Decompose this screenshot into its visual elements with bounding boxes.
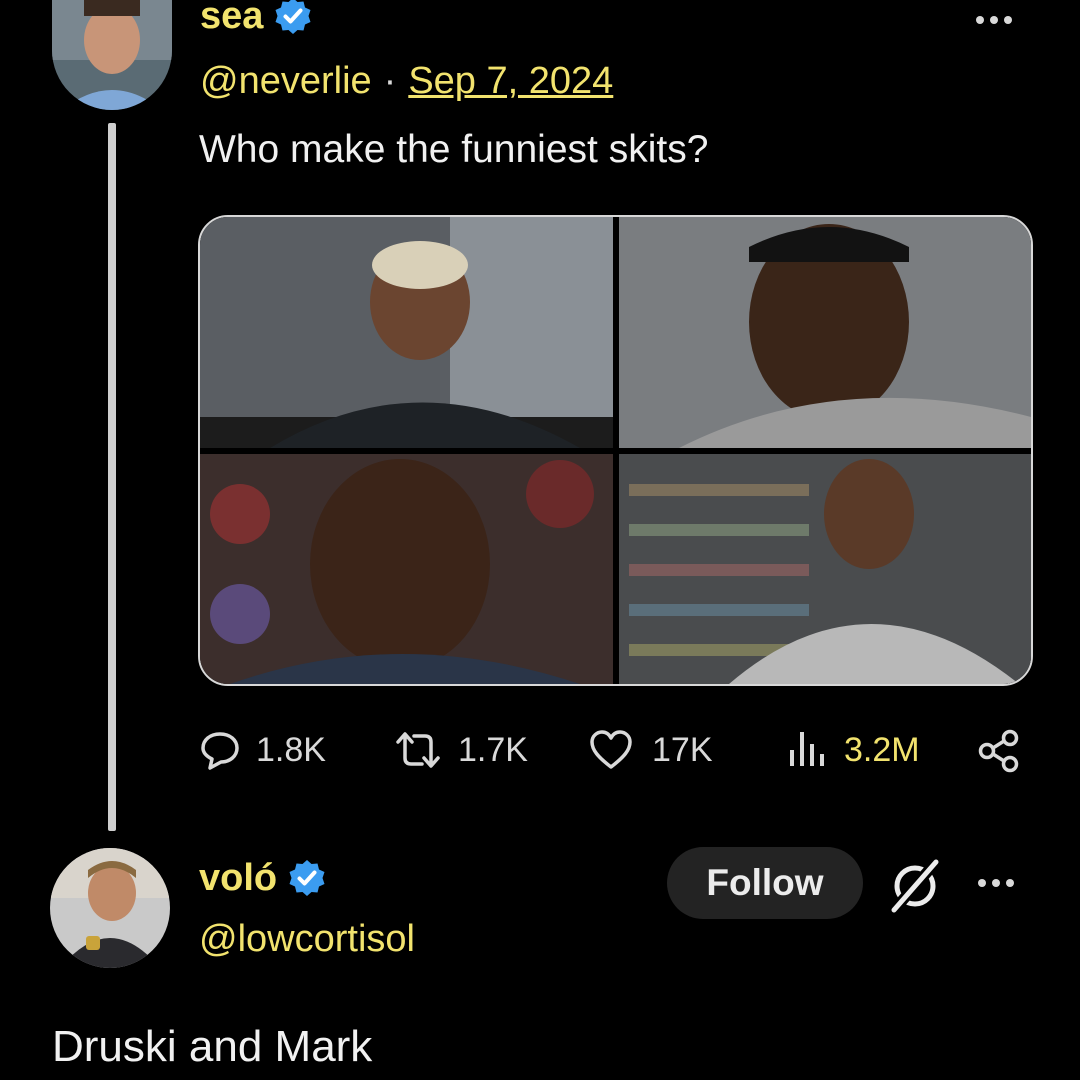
reply-display-name[interactable]: voló xyxy=(199,859,277,897)
parent-avatar[interactable] xyxy=(52,0,172,110)
views-action[interactable]: 3.2M xyxy=(786,728,920,772)
follow-button[interactable]: Follow xyxy=(667,847,863,919)
reply-icon xyxy=(201,732,239,770)
reply-count: 1.8K xyxy=(256,730,326,769)
share-action[interactable] xyxy=(976,728,1022,779)
share-icon xyxy=(978,729,1019,773)
media-photo-2[interactable] xyxy=(619,217,1031,448)
media-photo-4[interactable] xyxy=(619,454,1031,684)
like-count: 17K xyxy=(652,730,713,769)
follow-label: Follow xyxy=(706,862,824,903)
reply-action[interactable]: 1.8K xyxy=(198,728,326,772)
reply-more-icon[interactable] xyxy=(978,879,1014,887)
separator: · xyxy=(383,60,397,102)
tweet-date[interactable]: Sep 7, 2024 xyxy=(408,62,613,100)
reply-handle[interactable]: @lowcortisol xyxy=(199,920,415,958)
verified-badge-icon xyxy=(289,860,325,896)
repost-icon xyxy=(396,732,440,768)
media-grid[interactable] xyxy=(198,215,1033,686)
media-photo-3[interactable] xyxy=(200,454,613,684)
media-photo-1[interactable] xyxy=(200,217,613,448)
repost-action[interactable]: 1.7K xyxy=(392,728,528,772)
reply-avatar[interactable] xyxy=(50,848,170,968)
thread-line xyxy=(108,123,116,831)
reply-text: Druski and Mark xyxy=(52,1022,373,1071)
repost-count: 1.7K xyxy=(458,730,528,769)
grok-icon[interactable] xyxy=(888,856,944,921)
parent-handle[interactable]: @neverlie xyxy=(200,62,372,100)
more-icon[interactable] xyxy=(976,16,1012,24)
views-icon xyxy=(790,732,824,766)
like-action[interactable]: 17K xyxy=(588,728,713,772)
tweet-text: Who make the funniest skits? xyxy=(199,128,709,171)
like-icon xyxy=(590,730,632,769)
views-count: 3.2M xyxy=(844,730,920,769)
verified-badge-icon xyxy=(275,0,311,34)
parent-display-name[interactable]: sea xyxy=(200,0,263,35)
